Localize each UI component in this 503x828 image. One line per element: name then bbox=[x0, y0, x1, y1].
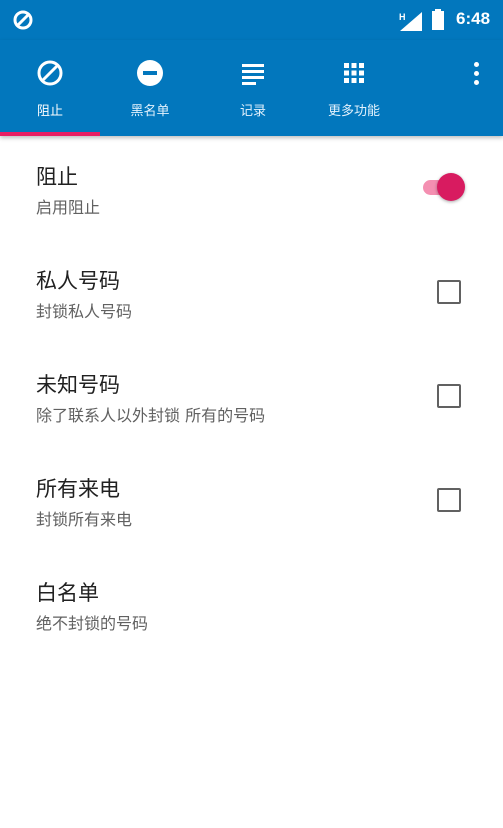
status-time: 6:48 bbox=[456, 9, 491, 28]
settings-list: 阻止 启用阻止 私人号码 封锁私人号码 未知号码 除了联系人以外封锁 所有的号码… bbox=[0, 136, 503, 656]
setting-subtitle: 绝不封锁的号码 bbox=[36, 614, 149, 633]
status-bar: H 6:48 bbox=[0, 0, 503, 40]
block-icon bbox=[35, 58, 65, 92]
tab-more[interactable]: 更多功能 bbox=[304, 40, 404, 136]
all-calls-checkbox[interactable] bbox=[437, 488, 461, 512]
setting-subtitle: 封锁私人号码 bbox=[36, 302, 133, 321]
switch-thumb bbox=[437, 173, 465, 201]
svg-text:H: H bbox=[399, 12, 406, 22]
setting-subtitle: 除了联系人以外封锁 所有的号码 bbox=[36, 406, 266, 425]
block-icon bbox=[12, 9, 34, 35]
list-icon bbox=[238, 58, 268, 92]
apps-grid-icon bbox=[339, 58, 369, 92]
setting-block-enabled[interactable]: 阻止 启用阻止 bbox=[0, 136, 503, 240]
setting-subtitle: 启用阻止 bbox=[36, 198, 101, 217]
overflow-menu-icon[interactable] bbox=[467, 62, 485, 90]
setting-unknown-numbers[interactable]: 未知号码 除了联系人以外封锁 所有的号码 bbox=[0, 344, 503, 448]
tab-blacklist[interactable]: 黑名单 bbox=[100, 40, 200, 136]
block-toggle-switch[interactable] bbox=[421, 172, 467, 202]
top-toolbar: 阻止 黑名单 记录 更多功能 bbox=[0, 40, 503, 136]
signal-icon: H bbox=[398, 10, 424, 36]
minus-circle-icon bbox=[135, 58, 165, 92]
setting-title: 白名单 bbox=[36, 581, 99, 605]
tab-label: 阻止 bbox=[36, 104, 63, 119]
tab-log[interactable]: 记录 bbox=[203, 40, 303, 136]
private-numbers-checkbox[interactable] bbox=[437, 280, 461, 304]
setting-title: 阻止 bbox=[36, 165, 78, 189]
battery-icon bbox=[431, 9, 445, 35]
tab-label: 黑名单 bbox=[130, 104, 170, 119]
setting-whitelist[interactable]: 白名单 绝不封锁的号码 bbox=[0, 552, 503, 656]
tab-block[interactable]: 阻止 bbox=[0, 40, 100, 136]
setting-title: 未知号码 bbox=[36, 373, 120, 397]
tab-label: 更多功能 bbox=[327, 104, 380, 119]
unknown-numbers-checkbox[interactable] bbox=[437, 384, 461, 408]
setting-subtitle: 封锁所有来电 bbox=[36, 510, 133, 529]
tab-label: 记录 bbox=[239, 104, 266, 119]
setting-title: 私人号码 bbox=[36, 269, 120, 293]
setting-all-calls[interactable]: 所有来电 封锁所有来电 bbox=[0, 448, 503, 552]
setting-title: 所有来电 bbox=[36, 477, 120, 501]
setting-private-numbers[interactable]: 私人号码 封锁私人号码 bbox=[0, 240, 503, 344]
